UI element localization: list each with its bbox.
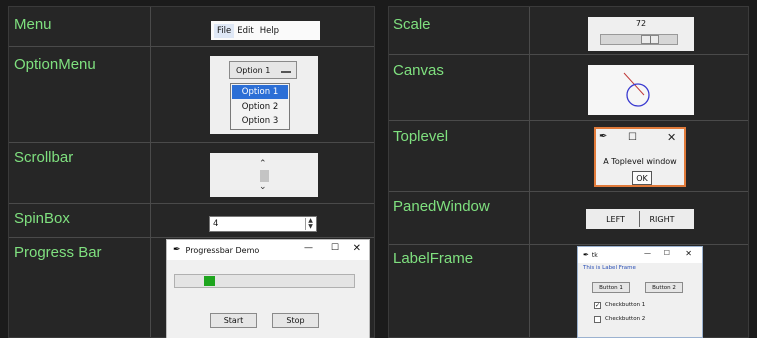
menubar: File Edit Help bbox=[211, 21, 320, 40]
scale-value: 72 bbox=[635, 19, 647, 28]
frame-label: This is Label Frame bbox=[583, 265, 636, 271]
start-button[interactable]: Start bbox=[210, 313, 257, 328]
progressbar-track bbox=[174, 274, 355, 288]
row-divider bbox=[9, 237, 374, 238]
row-divider bbox=[9, 203, 374, 204]
optionmenu-demo: Option 1 Option 1 Option 2 Option 3 bbox=[210, 56, 318, 134]
maximize-icon[interactable]: ☐ bbox=[628, 132, 637, 143]
column-divider bbox=[529, 7, 530, 337]
menu-edit[interactable]: Edit bbox=[234, 24, 256, 38]
optionmenu-button[interactable]: Option 1 bbox=[229, 61, 297, 79]
row-divider bbox=[389, 244, 748, 245]
option-item-2[interactable]: Option 2 bbox=[231, 100, 289, 114]
row-label-menu: Menu bbox=[14, 16, 52, 33]
feather-icon: ✒ bbox=[599, 131, 608, 142]
close-icon[interactable]: ✕ bbox=[667, 131, 676, 144]
row-divider bbox=[9, 46, 374, 47]
window-title: Progressbar Demo bbox=[185, 245, 260, 255]
left-widget-table: Menu OptionMenu Scrollbar SpinBox Progre… bbox=[8, 6, 375, 338]
button-2[interactable]: Button 2 bbox=[645, 282, 683, 293]
feather-icon: ✒ bbox=[173, 245, 181, 255]
progressbar-indicator bbox=[204, 276, 215, 286]
row-label-canvas: Canvas bbox=[393, 62, 444, 79]
canvas-drawing bbox=[623, 72, 650, 107]
panedwindow-demo: LEFT RIGHT bbox=[586, 209, 694, 229]
toplevel-window: ✒ ☐ ✕ A Toplevel window OK bbox=[594, 127, 686, 187]
maximize-icon[interactable]: ☐ bbox=[664, 249, 670, 257]
scroll-down-icon[interactable]: ⌄ bbox=[259, 182, 267, 192]
feather-icon: ✒ bbox=[583, 251, 589, 259]
row-label-progressbar: Progress Bar bbox=[14, 244, 102, 261]
ok-button[interactable]: OK bbox=[632, 171, 652, 185]
scroll-up-icon[interactable]: ⌃ bbox=[259, 159, 267, 169]
progressbar-window: ✒ Progressbar Demo — ☐ ✕ Start Stop bbox=[166, 239, 370, 338]
menu-file[interactable]: File bbox=[214, 23, 235, 38]
row-divider bbox=[9, 142, 374, 143]
optionmenu-selected: Option 1 bbox=[236, 65, 271, 75]
row-label-panedwindow: PanedWindow bbox=[393, 198, 490, 215]
optionmenu-dropdown: Option 1 Option 2 Option 3 bbox=[230, 83, 290, 130]
scrollbar-demo: ⌃ ⌄ bbox=[210, 153, 318, 197]
checkbox-1[interactable]: ✓ bbox=[594, 302, 601, 309]
canvas-demo bbox=[588, 65, 694, 115]
checkbutton-1-label: Checkbutton 1 bbox=[605, 302, 646, 308]
row-divider bbox=[389, 191, 748, 192]
stop-button[interactable]: Stop bbox=[272, 313, 319, 328]
labelframe-titlebar: ✒ tk — ☐ ✕ bbox=[578, 247, 702, 263]
option-item-3[interactable]: Option 3 bbox=[231, 114, 289, 128]
toplevel-message: A Toplevel window bbox=[603, 157, 677, 166]
menu-help[interactable]: Help bbox=[257, 24, 282, 38]
scrollbar-thumb[interactable] bbox=[260, 170, 269, 182]
close-icon[interactable]: ✕ bbox=[685, 249, 692, 258]
button-1[interactable]: Button 1 bbox=[592, 282, 630, 293]
row-divider bbox=[389, 54, 748, 55]
row-label-optionmenu: OptionMenu bbox=[14, 56, 96, 73]
checkbox-2[interactable] bbox=[594, 316, 601, 323]
row-divider bbox=[389, 120, 748, 121]
option-item-1[interactable]: Option 1 bbox=[232, 85, 288, 99]
row-label-scale: Scale bbox=[393, 16, 431, 33]
pane-right[interactable]: RIGHT bbox=[640, 211, 684, 227]
row-label-labelframe: LabelFrame bbox=[393, 250, 474, 267]
spinbox-arrows-icon[interactable]: ▲ ▼ bbox=[305, 218, 315, 230]
pane-left[interactable]: LEFT bbox=[592, 211, 639, 227]
row-label-toplevel: Toplevel bbox=[393, 128, 449, 145]
spinbox-input[interactable]: 4 ▲ ▼ bbox=[209, 216, 317, 232]
scale-demo: 72 bbox=[588, 17, 694, 51]
right-widget-table: Scale Canvas Toplevel PanedWindow LabelF… bbox=[388, 6, 749, 338]
scale-trough[interactable] bbox=[600, 34, 678, 45]
row-label-scrollbar: Scrollbar bbox=[14, 149, 74, 166]
canvas-circle bbox=[626, 83, 650, 107]
minimize-icon[interactable]: — bbox=[304, 243, 313, 253]
progressbar-titlebar: ✒ Progressbar Demo — ☐ ✕ bbox=[167, 240, 369, 260]
window-title: tk bbox=[591, 251, 598, 259]
slider-grip bbox=[650, 36, 651, 44]
option-indicator-icon bbox=[281, 71, 291, 73]
maximize-icon[interactable]: ☐ bbox=[331, 243, 339, 253]
labelframe-window: ✒ tk — ☐ ✕ This is Label Frame Button 1 … bbox=[577, 246, 703, 338]
spinbox-value: 4 bbox=[213, 219, 219, 229]
checkbutton-2-label: Checkbutton 2 bbox=[605, 316, 646, 322]
close-icon[interactable]: ✕ bbox=[353, 243, 361, 254]
scale-slider[interactable] bbox=[641, 35, 659, 44]
minimize-icon[interactable]: — bbox=[644, 249, 651, 257]
column-divider bbox=[150, 7, 151, 337]
row-label-spinbox: SpinBox bbox=[14, 210, 70, 227]
